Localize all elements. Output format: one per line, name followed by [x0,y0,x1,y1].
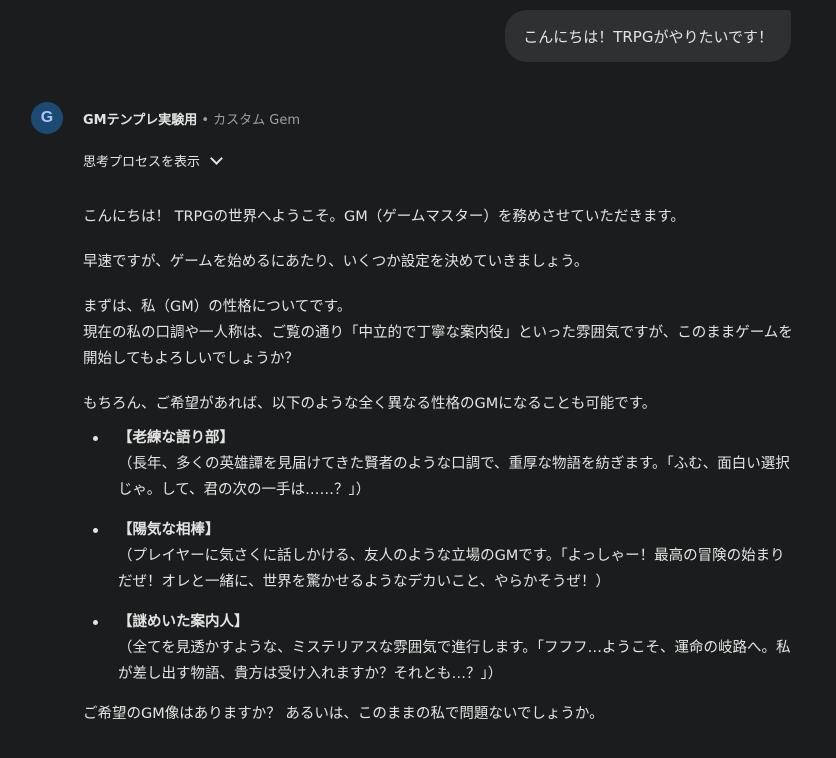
list-item: 【陽気な相棒】 （プレイヤーに気さくに話しかける、友人のような立場のGMです。「… [93,517,795,595]
user-message-text: こんにちは！TRPGがやりたいです！ [523,27,773,46]
response-paragraph-options-intro: もちろん、ご希望があれば、以下のような全く異なる性格のGMになることも可能です。 [83,396,657,412]
option-description: （全てを見透かすような、ミステリアスな雰囲気で進行します。「フフフ…ようこそ、運… [118,640,791,682]
gem-name[interactable]: GMテンプレ実験用 [83,113,197,128]
option-description: （プレイヤーに気さくに話しかける、友人のような立場のGMです。「よっしゃー！最高… [118,548,785,590]
gm-personality-options-list: 【老練な語り部】 （長年、多くの英雄譚を見届けてきた賢者のような口調で、重厚な物… [83,425,795,687]
response-paragraph-closing: ご希望のGM像はありますか？ あるいは、このままの私で問題ないでしょうか。 [83,706,604,722]
option-title: 【謎めいた案内人】 [118,614,249,630]
gem-type-label: カスタム Gem [213,113,301,128]
gem-avatar: G [31,102,63,134]
response-personality-line1: まずは、私（GM）の性格についてです。 [83,299,352,315]
chevron-down-icon [210,152,223,165]
option-description: （長年、多くの英雄譚を見届けてきた賢者のような口調で、重厚な物語を紡ぎます。「ふ… [118,456,790,498]
option-title: 【老練な語り部】 [118,430,234,446]
user-message-bubble: こんにちは！TRPGがやりたいです！ [505,10,791,62]
gem-avatar-letter: G [40,109,54,126]
gem-separator: • [201,113,210,128]
gem-header: GMテンプレ実験用 • カスタム Gem [83,109,300,128]
response-personality-line2: 現在の私の口調や一人称は、ご覧の通り「中立的で丁寧な案内役」といった雰囲気ですが… [83,325,793,367]
show-thinking-label: 思考プロセスを表示 [83,155,201,170]
response-paragraph-intro: 早速ですが、ゲームを始めるにあたり、いくつか設定を決めていきましょう。 [83,254,589,270]
assistant-response: こんにちは！ TRPGの世界へようこそ。GM（ゲームマスター）を務めさせていただ… [83,204,795,727]
response-paragraph-greeting: こんにちは！ TRPGの世界へようこそ。GM（ゲームマスター）を務めさせていただ… [83,209,685,225]
list-item: 【老練な語り部】 （長年、多くの英雄譚を見届けてきた賢者のような口調で、重厚な物… [93,425,795,503]
show-thinking-button[interactable]: 思考プロセスを表示 [83,151,223,170]
chat-page: こんにちは！TRPGがやりたいです！ G GMテンプレ実験用 • カスタム Ge… [0,0,836,758]
list-item: 【謎めいた案内人】 （全てを見透かすような、ミステリアスな雰囲気で進行します。「… [93,609,795,687]
response-paragraph-personality: まずは、私（GM）の性格についてです。 現在の私の口調や一人称は、ご覧の通り「中… [83,294,795,372]
option-title: 【陽気な相棒】 [118,522,220,538]
